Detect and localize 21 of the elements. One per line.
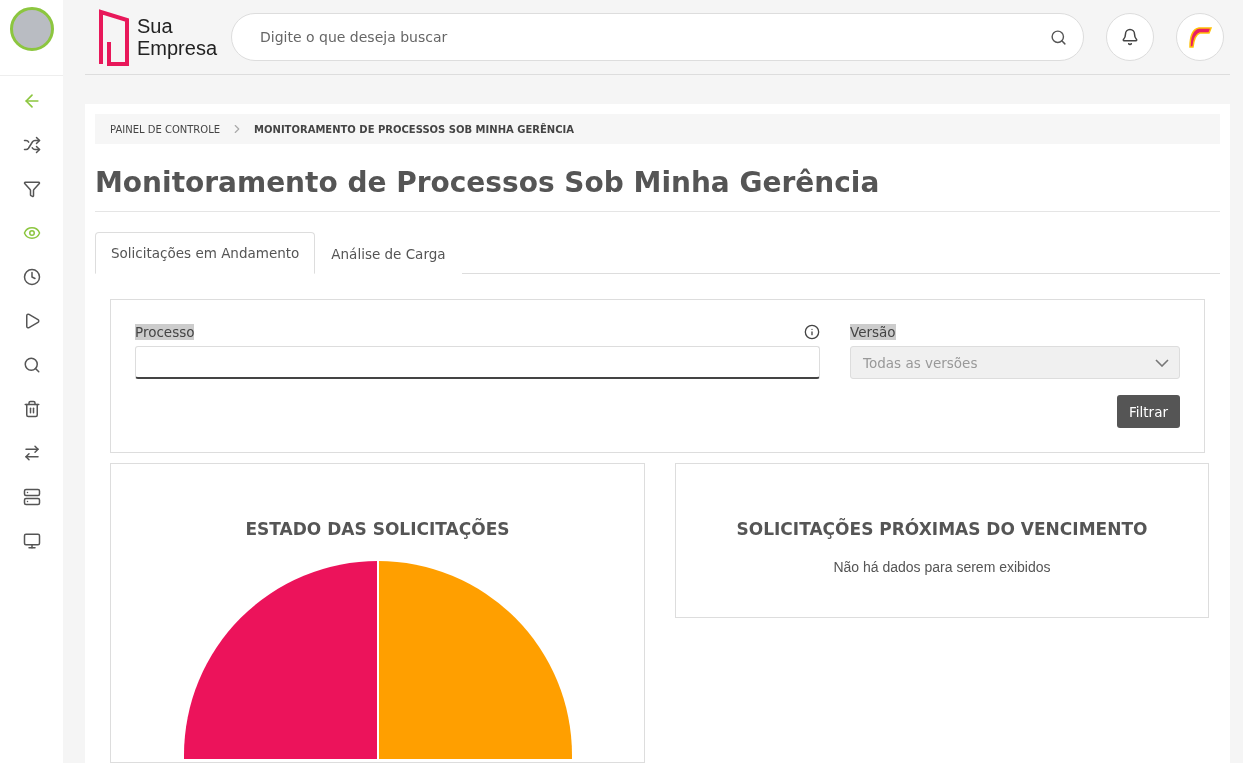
filter-button[interactable]: Filtrar	[1117, 395, 1180, 428]
chevron-down-icon	[1155, 358, 1169, 367]
empty-message: Não há dados para serem exibidos	[833, 559, 1051, 575]
input-field[interactable]	[135, 346, 820, 379]
breadcrumb-link[interactable]: PAINEL DE CONTROLE	[110, 123, 221, 135]
chart-title: ESTADO DAS SOLICITAÇÕES	[245, 519, 510, 539]
page-title: Monitoramento de Processos Sob Minha Gerência	[95, 166, 1220, 212]
bell-icon	[1121, 28, 1139, 46]
logo-text: Sua Empresa	[137, 15, 218, 59]
field-label: Processo	[135, 324, 195, 340]
field-label: Versão	[850, 324, 896, 340]
logo-icon	[97, 6, 131, 68]
brand-button[interactable]	[1176, 13, 1224, 61]
tab[interactable]: Solicitações em Andamento	[95, 232, 316, 274]
breadcrumb-link[interactable]: MONITORAMENTO DE PROCESSOS SOB MINHA GERÊNCIA	[254, 123, 574, 135]
chart-title: SOLICITAÇÕES PRÓXIMAS DO VENCIMENTO	[736, 519, 1148, 539]
info-icon[interactable]	[804, 324, 820, 340]
search-bar[interactable]: Digite o que deseja buscar	[231, 13, 1084, 61]
notifications-button[interactable]	[1106, 13, 1154, 61]
brand-icon	[1187, 25, 1213, 49]
search-icon[interactable]	[1050, 28, 1067, 46]
